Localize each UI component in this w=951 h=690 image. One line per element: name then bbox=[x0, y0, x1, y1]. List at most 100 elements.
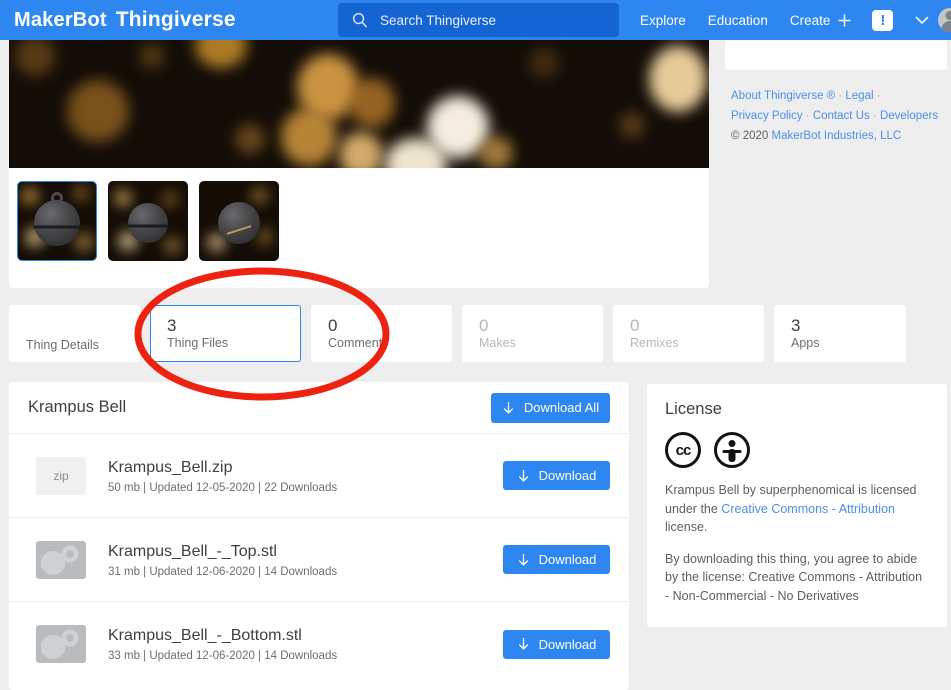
license-link[interactable]: Creative Commons - Attribution bbox=[721, 502, 895, 516]
link-makerbot-industries[interactable]: MakerBot Industries, LLC bbox=[771, 130, 901, 142]
download-button[interactable]: Download bbox=[503, 461, 610, 490]
hero-image[interactable] bbox=[9, 40, 709, 168]
download-arrow-icon bbox=[517, 469, 530, 483]
avatar[interactable] bbox=[938, 8, 951, 32]
files-panel-header: Krampus Bell Download All bbox=[9, 382, 629, 434]
exclamation-icon: ! bbox=[880, 11, 886, 29]
license-panel: License cc Krampus Bell by superphenomic… bbox=[647, 384, 947, 627]
tab-remixes-label: Remixes bbox=[630, 336, 679, 351]
link-about-thingiverse[interactable]: About Thingiverse ® bbox=[731, 90, 835, 102]
download-arrow-icon bbox=[517, 637, 530, 651]
thing-title: Krampus Bell bbox=[28, 398, 127, 416]
tab-apps-count: 3 bbox=[791, 315, 801, 335]
link-contact-us[interactable]: Contact Us bbox=[813, 110, 870, 122]
bell-model bbox=[128, 202, 168, 243]
notifications-badge[interactable]: ! bbox=[872, 9, 894, 31]
thumbnail-2[interactable] bbox=[108, 181, 188, 261]
link-developers[interactable]: Developers bbox=[880, 110, 938, 122]
license-attribution-text: Krampus Bell by superphenomical is licen… bbox=[665, 481, 929, 537]
file-info: Krampus_Bell.zip 50 mb | Updated 12-05-2… bbox=[108, 458, 503, 494]
tab-comments-count: 0 bbox=[328, 315, 338, 335]
link-privacy-policy[interactable]: Privacy Policy bbox=[731, 110, 803, 122]
tab-apps[interactable]: 3 Apps bbox=[774, 305, 906, 362]
person-body bbox=[728, 449, 736, 462]
download-label: Download bbox=[538, 552, 597, 567]
main-nav: Explore Education Create ! bbox=[640, 0, 951, 40]
download-all-button[interactable]: Download All bbox=[491, 392, 610, 423]
table-row[interactable]: zip Krampus_Bell.zip 50 mb | Updated 12-… bbox=[9, 434, 629, 518]
sidebar-top-card bbox=[725, 40, 947, 70]
tab-makes-label: Makes bbox=[479, 336, 516, 351]
search-input[interactable]: Search Thingiverse bbox=[338, 3, 619, 37]
tab-makes-count: 0 bbox=[479, 315, 489, 335]
top-navigation-bar: MakerBot Thingiverse Search Thingiverse … bbox=[0, 0, 951, 40]
tab-thing-details[interactable]: Thing Details bbox=[9, 305, 140, 362]
file-meta: 50 mb | Updated 12-05-2020 | 22 Download… bbox=[108, 481, 338, 494]
license-attribution-suffix: license. bbox=[665, 520, 708, 534]
thumbnail-1[interactable] bbox=[17, 181, 97, 261]
stl-file-icon bbox=[36, 625, 86, 663]
tab-apps-label: Apps bbox=[791, 336, 820, 351]
attribution-person-icon bbox=[714, 432, 750, 468]
bell-band bbox=[128, 224, 168, 228]
file-name: Krampus_Bell_-_Bottom.stl bbox=[108, 627, 302, 644]
footer-row-1: About Thingiverse ® · Legal · bbox=[731, 90, 881, 102]
tab-remixes-count: 0 bbox=[630, 315, 640, 335]
avatar-body bbox=[941, 21, 951, 32]
tab-thing-files[interactable]: 3 Thing Files bbox=[150, 305, 301, 362]
zip-file-icon: zip bbox=[36, 456, 86, 495]
brand-thingiverse: Thingiverse bbox=[115, 8, 236, 31]
tab-thing-files-count: 3 bbox=[167, 315, 177, 335]
zip-icon-label: zip bbox=[53, 468, 69, 483]
thumbnail-strip bbox=[17, 181, 290, 261]
footer-row-2: Privacy Policy · Contact Us · Developers bbox=[731, 109, 939, 122]
bell-model bbox=[218, 201, 260, 244]
site-logo[interactable]: MakerBot Thingiverse bbox=[14, 8, 236, 32]
thumbnail-3[interactable] bbox=[199, 181, 279, 261]
link-legal[interactable]: Legal bbox=[845, 90, 873, 102]
plus-icon bbox=[837, 13, 852, 28]
tab-makes[interactable]: 0 Makes bbox=[462, 305, 603, 362]
brand-makerbot: MakerBot bbox=[14, 9, 107, 31]
license-icons: cc bbox=[665, 432, 929, 468]
image-gallery-card bbox=[9, 40, 709, 288]
download-arrow-icon bbox=[502, 401, 515, 415]
bell-model bbox=[34, 199, 80, 246]
thing-files-panel: Krampus Bell Download All zip Krampus_Be… bbox=[9, 382, 629, 690]
sidebar-footer: About Thingiverse ® · Legal · Privacy Po… bbox=[731, 87, 949, 146]
license-title: License bbox=[665, 400, 722, 418]
license-agreement-text: By downloading this thing, you agree to … bbox=[665, 551, 923, 603]
creative-commons-icon: cc bbox=[665, 432, 701, 468]
nav-create[interactable]: Create bbox=[790, 13, 853, 28]
search-icon bbox=[352, 12, 368, 28]
page-root: MakerBot Thingiverse Search Thingiverse … bbox=[0, 0, 951, 690]
copyright-symbol: © bbox=[731, 129, 740, 142]
table-row[interactable]: Krampus_Bell_-_Top.stl 31 mb | Updated 1… bbox=[9, 518, 629, 602]
download-label: Download bbox=[538, 468, 597, 483]
chevron-down-icon[interactable] bbox=[915, 16, 929, 25]
table-row[interactable]: Krampus_Bell_-_Bottom.stl 33 mb | Update… bbox=[9, 602, 629, 686]
download-button[interactable]: Download bbox=[503, 545, 610, 574]
tab-thing-details-label: Thing Details bbox=[26, 338, 99, 352]
footer-copyright: © 2020 MakerBot Industries, LLC bbox=[731, 127, 949, 147]
bell-band bbox=[33, 225, 81, 229]
nav-create-label: Create bbox=[789, 12, 831, 28]
download-all-label: Download All bbox=[523, 400, 600, 415]
file-meta: 33 mb | Updated 12-06-2020 | 14 Download… bbox=[108, 650, 338, 662]
copyright-year: 2020 bbox=[742, 129, 769, 142]
download-button[interactable]: Download bbox=[503, 629, 610, 659]
tab-comments[interactable]: 0 Comments bbox=[311, 305, 452, 362]
download-label: Download bbox=[538, 636, 597, 652]
tab-remixes[interactable]: 0 Remixes bbox=[613, 305, 764, 362]
file-info: Krampus_Bell_-_Bottom.stl 33 mb | Update… bbox=[108, 626, 503, 662]
thing-tabs: Thing Details 3 Thing Files 0 Comments 0… bbox=[9, 305, 916, 362]
stl-file-icon bbox=[36, 540, 86, 579]
tab-comments-label: Comments bbox=[328, 336, 389, 351]
file-name: Krampus_Bell.zip bbox=[108, 458, 233, 476]
search-placeholder: Search Thingiverse bbox=[380, 12, 497, 28]
bell-loop bbox=[51, 192, 63, 204]
nav-education[interactable]: Education bbox=[708, 13, 768, 28]
file-name: Krampus_Bell_-_Top.stl bbox=[108, 542, 277, 560]
nav-explore[interactable]: Explore bbox=[640, 13, 686, 28]
cc-icon-label: cc bbox=[675, 441, 692, 459]
